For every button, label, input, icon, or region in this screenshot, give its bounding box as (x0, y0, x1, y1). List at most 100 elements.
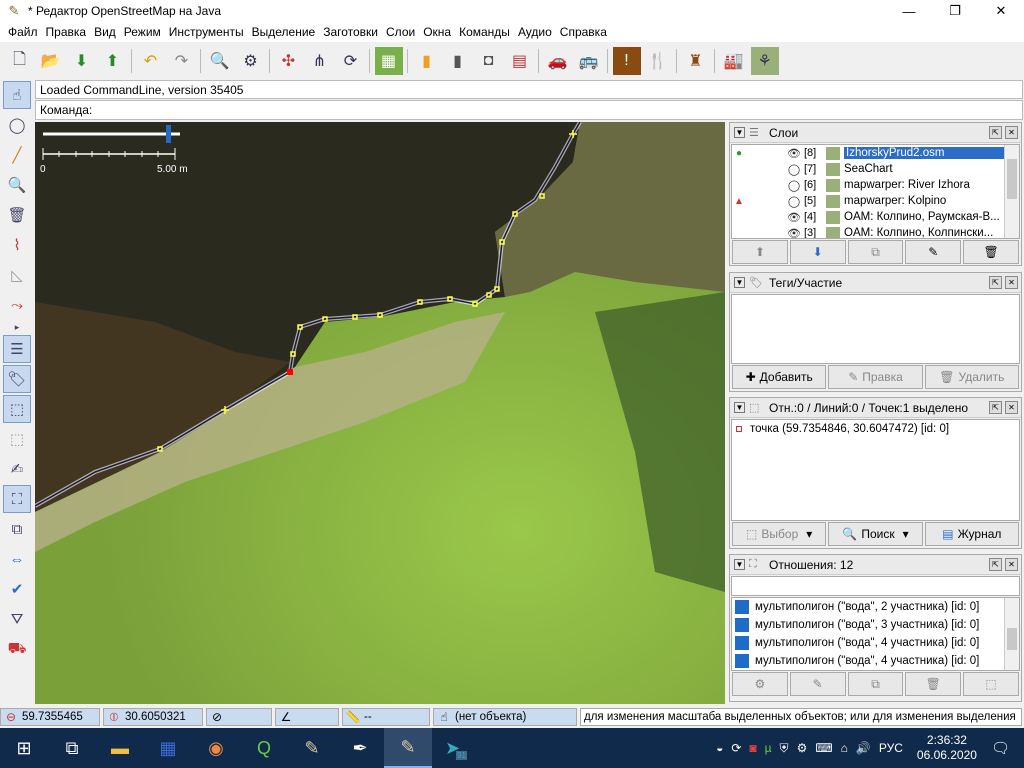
eye-closed-icon[interactable]: ◯ (784, 179, 804, 192)
select-mode-icon[interactable]: ☝ (3, 81, 31, 109)
landuse-icon[interactable]: ▦ (374, 47, 403, 75)
refresh-icon[interactable]: ⟳ (337, 47, 365, 75)
wall-icon[interactable]: ▤ (506, 47, 534, 75)
track-icon[interactable]: ◘ (475, 47, 503, 75)
layer-settings-icon[interactable]: ✎ (905, 240, 962, 264)
file-explorer-icon[interactable]: ▬ (96, 728, 144, 768)
extrude-mode-icon[interactable]: ⌇ (3, 231, 31, 259)
tray-clock[interactable]: 2:36:32 06.06.2020 (917, 733, 977, 763)
list-item[interactable]: мультиполигон ("вода", 2 участника) [id:… (732, 598, 1019, 616)
eye-icon[interactable]: 👁 (784, 147, 804, 160)
search-preset-icon[interactable]: 🔍 (206, 47, 234, 75)
delete-mode-icon[interactable]: 🗑 (3, 201, 31, 229)
tray-sync-icon[interactable]: ⟳ (731, 741, 741, 755)
editor-icon[interactable]: ✒ (336, 728, 384, 768)
menu-selection[interactable]: Выделение (248, 25, 320, 39)
list-item[interactable]: мультиполигон ("вода", 4 участника) [id:… (732, 634, 1019, 652)
layers-scrollbar[interactable] (1004, 145, 1019, 238)
command-input[interactable] (98, 103, 1018, 117)
upload-icon[interactable]: ⬆ (99, 47, 127, 75)
detach-icon[interactable]: ⇱ (989, 401, 1002, 414)
menu-edit[interactable]: Правка (42, 25, 91, 39)
undo-icon[interactable]: ↶ (137, 47, 165, 75)
bus-icon[interactable]: 🚌 (575, 47, 603, 75)
notification-icon[interactable]: 🗨 (991, 739, 1010, 757)
layer-row[interactable]: ◯ [7] SeaChart (732, 161, 1019, 177)
maximize-button[interactable]: ❐ (932, 0, 978, 22)
list-item[interactable]: мультиполигон ("вода", 4 участника) [id:… (732, 652, 1019, 670)
menu-view[interactable]: Вид (90, 25, 120, 39)
new-layer-icon[interactable]: 🗋 (6, 47, 34, 75)
list-item[interactable]: точка (59.7354846, 30.6047472) [id: 0] (732, 420, 1019, 438)
menu-audio[interactable]: Аудио (514, 25, 556, 39)
relation-delete-icon[interactable]: 🗑 (905, 672, 962, 696)
align-circle-icon[interactable]: ✣ (275, 47, 303, 75)
redo-icon[interactable]: ↷ (168, 47, 196, 75)
map-view[interactable]: 0 5.00 m (35, 122, 725, 704)
qgis-icon[interactable]: Q (240, 728, 288, 768)
factory-icon[interactable]: 🏭 (720, 47, 748, 75)
road-icon[interactable]: ▮ (444, 47, 472, 75)
parallel-mode-icon[interactable]: ◺ (3, 261, 31, 289)
tray-keyboard-icon[interactable]: ⌨ (815, 741, 832, 755)
relation-edit-icon[interactable]: ✎ (789, 672, 846, 696)
telegram-icon[interactable]: ➤ 91 (432, 728, 480, 768)
josm-taskbar-icon[interactable]: ✎ (288, 728, 336, 768)
menu-help[interactable]: Справка (556, 25, 611, 39)
start-windows-icon[interactable]: ⊞ (0, 728, 48, 768)
user-list-icon[interactable]: ⬚ (3, 425, 31, 453)
collapse-icon[interactable]: ▼ (734, 559, 745, 570)
menu-tools[interactable]: Инструменты (165, 25, 248, 39)
tray-language[interactable]: РУС (879, 741, 903, 755)
eye-icon[interactable]: 👁 (784, 227, 804, 239)
menu-windows[interactable]: Окна (419, 25, 455, 39)
relations-filter-input[interactable] (731, 576, 1020, 596)
layer-row[interactable]: ◯ [6] mapwarper: River Izhora (732, 177, 1019, 193)
map-canvas[interactable]: 0 5.00 m (35, 122, 725, 704)
close-panel-icon[interactable]: ✕ (1005, 276, 1018, 289)
lasso-mode-icon[interactable]: ◯ (3, 111, 31, 139)
tags-toggle-icon[interactable]: 🏷 (3, 365, 31, 393)
layer-row[interactable]: 👁 [3] OAM: Колпино, Колпински... (732, 225, 1019, 239)
tray-torrent-icon[interactable]: µ (765, 741, 772, 755)
highway-icon[interactable]: ▮ (413, 47, 441, 75)
detach-icon[interactable]: ⇱ (989, 276, 1002, 289)
conflict-icon[interactable]: ⇔ (3, 545, 31, 573)
zoom-mode-icon[interactable]: 🔍 (3, 171, 31, 199)
notes-icon[interactable]: ✍ (3, 455, 31, 483)
menu-mode[interactable]: Режим (120, 25, 165, 39)
collapse-icon[interactable]: ▼ (734, 402, 745, 413)
tray-volume-icon[interactable]: 🔊 (856, 741, 871, 755)
improve-way-icon[interactable]: ⤳ (3, 291, 31, 319)
water-icon[interactable]: ⚘ (750, 47, 779, 75)
layer-row[interactable]: ● 👁 [8] IzhorskyPrud2.osm (732, 145, 1019, 161)
app-blue-icon[interactable]: ▦ (144, 728, 192, 768)
tags-table[interactable] (731, 294, 1020, 364)
delete-layer-icon[interactable]: 🗑 (963, 240, 1019, 264)
tray-shield-icon[interactable]: ⛨ (780, 741, 789, 756)
eye-icon[interactable]: 👁 (784, 211, 804, 224)
journal-button[interactable]: ▤ Журнал (924, 522, 1019, 546)
detach-icon[interactable]: ⇱ (989, 558, 1002, 571)
task-view-icon[interactable]: ⧉ (48, 728, 96, 768)
minimize-button[interactable]: — (886, 0, 932, 22)
add-tag-button[interactable]: ✚ Добавить (732, 365, 827, 389)
josm-active-icon[interactable]: ✎ (384, 728, 432, 768)
menu-file[interactable]: Файл (4, 25, 42, 39)
layer-row[interactable]: 👁 [4] OAM: Колпино, Раумская-В... (732, 209, 1019, 225)
list-item[interactable]: мультиполигон ("вода", 3 участника) [id:… (732, 616, 1019, 634)
filter-icon[interactable]: ⛛ (3, 605, 31, 633)
merge-layer-icon[interactable]: ⧉ (847, 240, 904, 264)
layers-toggle-icon[interactable]: ☰ (3, 335, 31, 363)
relation-select-icon[interactable]: ⬚ (963, 672, 1019, 696)
selected-node[interactable] (287, 369, 293, 375)
preferences-icon[interactable]: ⚙ (237, 47, 265, 75)
tray-app-icon[interactable]: ◒ (716, 741, 723, 755)
draw-mode-icon[interactable]: ╱ (3, 141, 31, 169)
selection-toggle-icon[interactable]: ⬚ (3, 395, 31, 423)
relation-settings-icon[interactable]: ⚙ (732, 672, 788, 696)
menu-commands[interactable]: Команды (455, 25, 514, 39)
castle-icon[interactable]: ♜ (682, 47, 710, 75)
validation-icon[interactable]: ✔ (3, 575, 31, 603)
close-panel-icon[interactable]: ✕ (1005, 401, 1018, 414)
